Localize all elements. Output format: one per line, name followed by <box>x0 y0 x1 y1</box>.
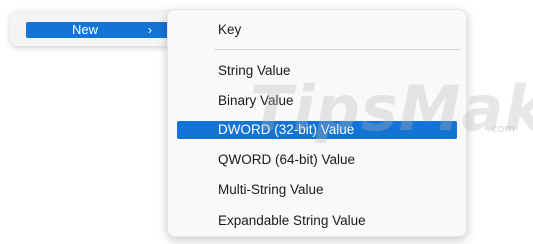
menu-item-binary-value[interactable]: Binary Value <box>168 90 466 112</box>
menu-item-string-value[interactable]: String Value <box>168 60 466 82</box>
menu-item-label: Expandable String Value <box>218 213 366 228</box>
menu-item-expandable-string-value[interactable]: Expandable String Value <box>168 210 466 232</box>
menu-item-dword-value[interactable]: DWORD (32-bit) Value <box>168 119 466 141</box>
menu-separator <box>214 49 460 50</box>
screenshot-stage: New › Key String Value Binary Value DWOR… <box>0 0 533 244</box>
menu-item-label: Binary Value <box>218 93 294 108</box>
menu-item-label: Multi-String Value <box>218 182 324 197</box>
parent-context-menu: New › <box>10 10 180 46</box>
menu-item-label: Key <box>218 22 242 37</box>
new-submenu: Key String Value Binary Value DWORD (32-… <box>167 9 467 237</box>
menu-item-key[interactable]: Key <box>168 19 466 41</box>
menu-item-label: DWORD (32-bit) Value <box>218 122 355 137</box>
menu-item-label: QWORD (64-bit) Value <box>218 152 356 167</box>
menu-item-new-label: New <box>72 22 99 37</box>
menu-item-multi-string-value[interactable]: Multi-String Value <box>168 179 466 201</box>
menu-item-new[interactable]: New › <box>26 22 168 38</box>
menu-item-qword-value[interactable]: QWORD (64-bit) Value <box>168 149 466 171</box>
menu-item-label: String Value <box>218 63 291 78</box>
watermark-domain: .com <box>488 122 515 135</box>
chevron-right-icon: › <box>148 23 152 37</box>
